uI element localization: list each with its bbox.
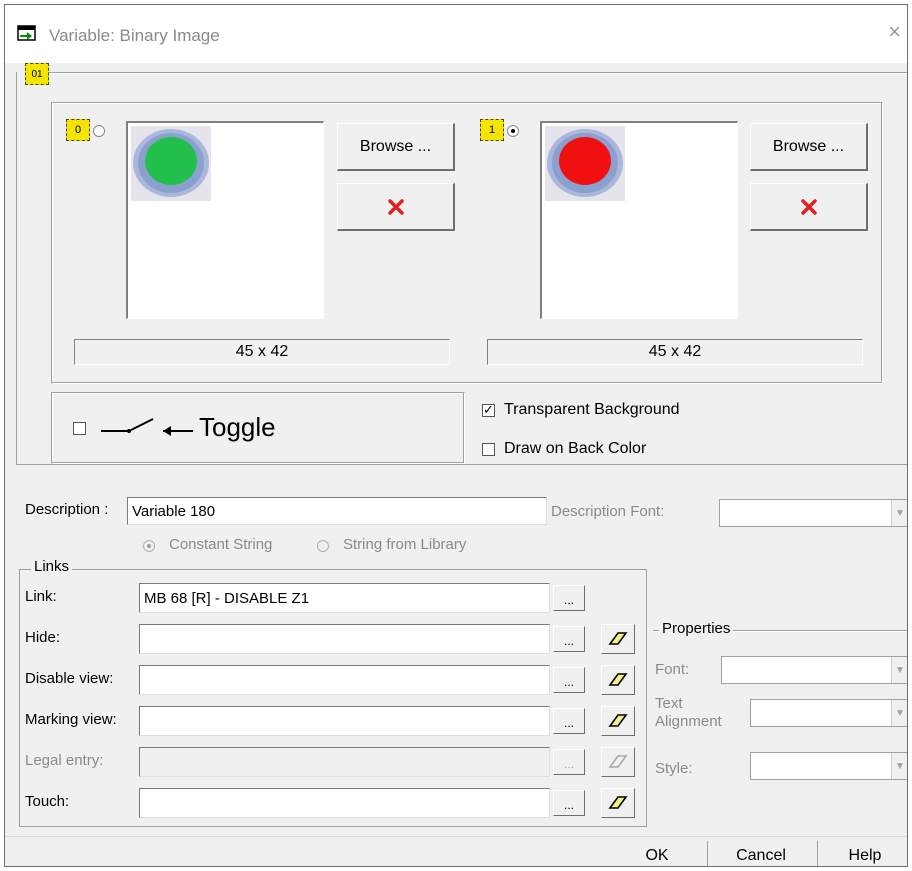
state0-delete-button[interactable] [337,183,455,231]
disable-view-row-label: Disable view: [25,670,114,687]
links-legend: Links [31,558,73,575]
eraser-icon [608,755,628,768]
state0-badge-icon: 0 [66,119,90,141]
chevron-down-icon: ▼ [891,700,907,726]
chevron-down-icon: ▼ [891,657,907,683]
description-input[interactable]: Variable 180 [127,497,547,525]
draw-on-back-color-checkbox[interactable] [482,443,495,456]
state0-image-box[interactable] [126,121,324,319]
hide-row-label: Hide: [25,629,61,646]
state1-radio[interactable] [507,125,519,137]
binary-image-dialog: Variable: Binary Image × 01 0 Browse ...… [4,4,908,867]
cancel-button[interactable]: Cancel [711,841,811,866]
legal-entry-input[interactable] [139,747,550,777]
draw-on-back-color-label[interactable]: Draw on Back Color [504,440,646,458]
disable-view-input[interactable] [139,665,550,695]
description-font-dropdown[interactable]: ▼ [719,499,907,527]
toggle-checkbox[interactable] [73,422,86,435]
state1-image-box[interactable] [540,121,738,319]
hide-input[interactable] [139,624,550,654]
hide-browse-button[interactable]: ... [553,626,585,652]
description-label: Description : [25,501,109,518]
constant-string-label: Constant String [169,536,273,553]
state0-browse-button[interactable]: Browse ... [337,123,455,171]
delete-icon [387,198,404,215]
switch-toggle-icon [101,418,193,436]
chevron-down-icon: ▼ [891,753,907,779]
group-badge-icon: 01 [25,63,49,85]
toggle-label: Toggle [199,412,276,442]
state1-badge-icon: 1 [480,119,504,141]
touch-eraser-button[interactable] [601,788,635,818]
transparent-background-label[interactable]: Transparent Background [504,401,680,419]
group-left-border [16,72,17,464]
footer-separator [5,836,907,837]
state1-browse-button[interactable]: Browse ... [750,123,868,171]
description-font-label: Description Font: [551,503,665,520]
footer-divider [817,841,818,866]
font-dropdown[interactable]: ▼ [721,656,907,684]
marking-view-input[interactable] [139,706,550,736]
constant-string-radio[interactable] [143,540,155,552]
link-row-label: Link: [25,588,57,605]
state1-badge-text: 1 [488,124,496,136]
eraser-icon [608,632,628,645]
state0-badge-text: 0 [74,124,82,136]
state0-radio[interactable] [93,125,105,137]
legal-entry-browse-button[interactable]: ... [553,749,585,775]
string-from-library-label: String from Library [343,536,467,553]
touch-row-label: Touch: [25,793,70,810]
state1-size-field: 45 x 42 [487,339,863,365]
text-alignment-label: Text Alignment [655,695,722,730]
green-lamp-icon [131,126,211,201]
footer-divider [707,841,708,866]
red-lamp-icon [545,126,625,201]
group-badge-text: 01 [31,68,43,80]
eraser-icon [608,796,628,809]
marking-view-browse-button[interactable]: ... [553,708,585,734]
eraser-icon [608,714,628,727]
hide-eraser-button[interactable] [601,624,635,654]
touch-browse-button[interactable]: ... [553,790,585,816]
window-title: Variable: Binary Image [49,26,220,45]
style-dropdown[interactable]: ▼ [750,752,907,780]
help-button[interactable]: Help [821,841,907,866]
touch-input[interactable] [139,788,550,818]
variable-icon [17,25,36,41]
string-from-library-radio[interactable] [317,540,329,552]
title-bar: Variable: Binary Image × [5,5,907,63]
legal-entry-eraser-button[interactable] [601,747,635,777]
disable-view-eraser-button[interactable] [601,665,635,695]
marking-view-eraser-button[interactable] [601,706,635,736]
group-bottom-border [16,464,907,465]
close-icon[interactable]: × [888,21,901,43]
link-browse-button[interactable]: ... [553,585,585,611]
font-label: Font: [655,661,690,678]
properties-legend: Properties [659,620,734,637]
image-group-line [45,72,907,74]
link-input[interactable]: MB 68 [R] - DISABLE Z1 [139,583,550,613]
eraser-icon [608,673,628,686]
text-alignment-dropdown[interactable]: ▼ [750,699,907,727]
legal-entry-row-label: Legal entry: [25,752,104,769]
delete-icon [800,198,817,215]
state1-delete-button[interactable] [750,183,868,231]
chevron-down-icon: ▼ [891,500,907,526]
state0-size-field: 45 x 42 [74,339,450,365]
marking-view-row-label: Marking view: [25,711,117,728]
disable-view-browse-button[interactable]: ... [553,667,585,693]
transparent-background-checkbox[interactable]: ✓ [482,403,495,417]
style-label: Style: [655,760,693,777]
ok-button[interactable]: OK [611,841,703,866]
